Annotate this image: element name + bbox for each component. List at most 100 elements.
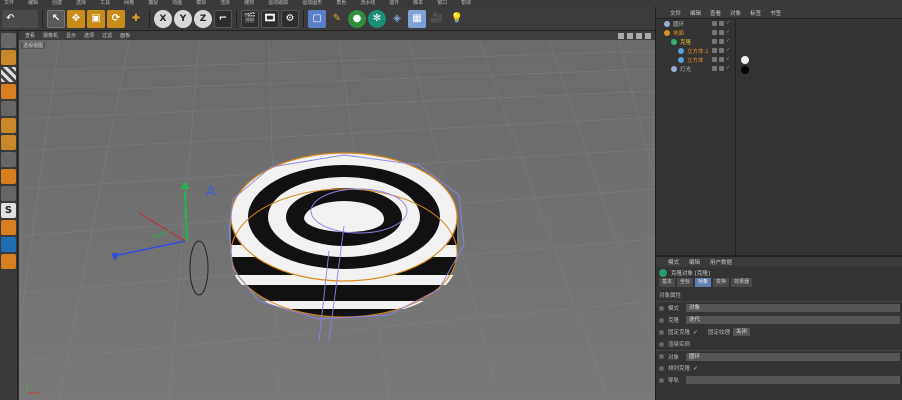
camera-icon[interactable]: 🎥	[428, 10, 446, 28]
attribute-menu-item-0[interactable]: 模式	[668, 258, 679, 266]
object-name[interactable]: 圆环	[673, 20, 684, 28]
maximize-icon[interactable]	[645, 32, 651, 39]
pan-icon[interactable]	[618, 32, 624, 39]
layer-icon[interactable]	[712, 66, 717, 71]
animate-dot-icon[interactable]	[659, 341, 664, 347]
visibility-dot-icon[interactable]	[719, 48, 724, 53]
layer-icon[interactable]	[712, 39, 717, 44]
animate-dot-icon[interactable]	[659, 305, 664, 311]
attribute-tab-1[interactable]: 坐标	[677, 278, 694, 287]
layer-icon[interactable]	[712, 48, 717, 53]
mograph-cloner-icon[interactable]: ✻	[368, 9, 386, 28]
floor-grid-icon[interactable]: ▦	[408, 9, 426, 28]
object-row[interactable]: 立方体.1 ✓	[656, 46, 902, 55]
menu-item-8[interactable]: 模拟	[196, 0, 206, 7]
viewport-menu-item-0[interactable]: 查看	[25, 32, 35, 39]
visibility-dot-icon[interactable]	[719, 39, 724, 44]
coordinate-system-icon[interactable]: ⌐	[214, 9, 232, 28]
undo-button[interactable]: ↶	[2, 9, 38, 28]
attribute-tab-0[interactable]: 基本	[659, 278, 676, 287]
rotate-tool-icon[interactable]: ⟳	[107, 9, 125, 28]
viewport-menu-item-5[interactable]: 面板	[120, 32, 130, 39]
texture-mode-icon[interactable]	[1, 67, 16, 82]
enabled-check-icon[interactable]: ✓	[726, 21, 731, 26]
menu-item-15[interactable]: 插件	[389, 0, 399, 7]
enabled-check-icon[interactable]: ✓	[726, 39, 731, 44]
attribute-tab-4[interactable]: 效果器	[731, 278, 753, 287]
menu-item-2[interactable]: 创建	[52, 0, 62, 7]
render-settings-icon[interactable]: ⚙	[281, 9, 299, 28]
layer-icon[interactable]	[712, 21, 717, 26]
object-menu-item-5[interactable]: 书签	[770, 9, 781, 17]
polygons-mode-icon[interactable]	[1, 135, 16, 150]
menu-item-0[interactable]: 文件	[4, 0, 14, 7]
object-menu-item-4[interactable]: 标签	[750, 9, 761, 17]
animate-dot-icon[interactable]	[659, 317, 664, 323]
menu-item-16[interactable]: 脚本	[413, 0, 423, 7]
locked-workplane-icon[interactable]	[1, 220, 16, 235]
menu-item-13[interactable]: 角色	[336, 0, 346, 7]
attribute-menu-item-2[interactable]: 用户数据	[710, 258, 732, 266]
quantize-icon[interactable]	[1, 254, 16, 269]
material-tag-black-icon[interactable]	[741, 66, 749, 74]
viewport-menu-item-1[interactable]: 摄像机	[43, 32, 58, 39]
axis-x-button[interactable]: X	[154, 9, 172, 28]
attribute-menu-item-1[interactable]: 编辑	[689, 258, 700, 266]
render-picture-viewer-icon[interactable]: 🎞	[261, 9, 279, 28]
object-row[interactable]: 克隆 ✓	[656, 37, 902, 46]
object-name[interactable]: 灯光	[680, 65, 691, 73]
enabled-check-icon[interactable]: ✓	[726, 48, 731, 53]
torus-object[interactable]	[230, 152, 458, 318]
deformer-icon[interactable]: ◈	[388, 10, 406, 28]
clones-dropdown[interactable]: 迭代	[686, 316, 900, 324]
visibility-dot-icon[interactable]	[719, 57, 724, 62]
object-menu-item-2[interactable]: 查看	[710, 9, 721, 17]
workplane-icon[interactable]	[1, 84, 16, 99]
tweak-mode-icon[interactable]	[1, 169, 16, 184]
menu-item-9[interactable]: 渲染	[220, 0, 230, 7]
points-mode-icon[interactable]	[1, 101, 16, 116]
menu-item-1[interactable]: 编辑	[28, 0, 38, 7]
object-menu-item-0[interactable]: 文件	[670, 9, 681, 17]
spline-pen-icon[interactable]: ✎	[328, 10, 346, 28]
animate-dot-icon[interactable]	[659, 365, 664, 371]
object-row[interactable]: 圆环 ✓	[656, 19, 902, 28]
cube-primitive-icon[interactable]: ▢	[308, 9, 326, 28]
object-name[interactable]: 立方体.1	[687, 47, 709, 55]
object-menu-item-1[interactable]: 编辑	[690, 9, 701, 17]
enabled-check-icon[interactable]: ✓	[726, 57, 731, 62]
mode-field[interactable]: 对象	[686, 304, 900, 312]
visibility-dot-icon[interactable]	[719, 66, 724, 71]
soft-selection-icon[interactable]	[1, 186, 16, 201]
guide-link-field[interactable]	[686, 376, 900, 384]
model-mode-icon[interactable]	[1, 50, 16, 65]
object-row[interactable]: 灯光 ✓	[656, 64, 902, 73]
snap-icon[interactable]: S	[1, 203, 16, 218]
menu-item-12[interactable]: 运动图形	[302, 0, 322, 7]
move-tool-icon[interactable]: ✥	[67, 9, 85, 28]
visibility-dot-icon[interactable]	[719, 21, 724, 26]
viewport-menu-item-4[interactable]: 过滤	[102, 32, 112, 39]
axis-mode-icon[interactable]	[1, 152, 16, 167]
object-name[interactable]: 立方体	[687, 56, 704, 64]
layer-icon[interactable]	[712, 30, 717, 35]
animate-dot-icon[interactable]	[659, 377, 664, 383]
fix-texture-dropdown[interactable]: 关闭	[733, 328, 751, 336]
render-view-icon[interactable]: 🎬	[241, 9, 259, 28]
menu-item-6[interactable]: 捕捉	[148, 0, 158, 7]
axis-y-button[interactable]: Y	[174, 9, 192, 28]
menu-item-11[interactable]: 运动跟踪	[268, 0, 288, 7]
animate-dot-icon[interactable]	[659, 329, 664, 335]
subdivision-icon[interactable]: ●	[348, 9, 366, 28]
layer-icon[interactable]	[712, 57, 717, 62]
arrange-clones-checkbox[interactable]: ✓	[693, 365, 698, 372]
object-menu-item-3[interactable]: 对象	[730, 9, 741, 17]
scale-tool-icon[interactable]: ▣	[87, 9, 105, 28]
edges-mode-icon[interactable]	[1, 118, 16, 133]
orbit-icon[interactable]	[636, 32, 642, 39]
menu-item-14[interactable]: 流水线	[360, 0, 375, 7]
viewport-menu-item-2[interactable]: 显示	[66, 32, 76, 39]
menu-item-4[interactable]: 工具	[100, 0, 110, 7]
menu-item-10[interactable]: 雕刻	[244, 0, 254, 7]
animate-dot-icon[interactable]	[659, 354, 664, 359]
